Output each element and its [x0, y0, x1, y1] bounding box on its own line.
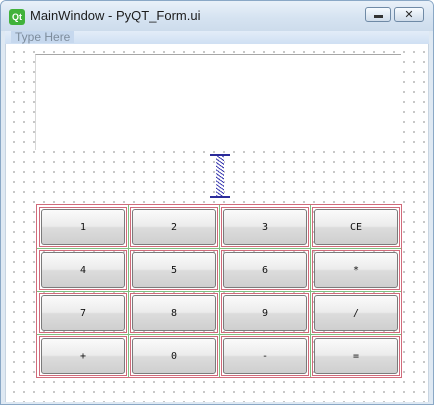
grid-divider: [37, 248, 401, 249]
key-button[interactable]: 5: [130, 250, 218, 290]
key-button[interactable]: /: [312, 293, 400, 333]
grid-divider: [37, 291, 401, 292]
close-button[interactable]: ✕: [394, 7, 424, 22]
spacer-bottom-cap: [210, 196, 230, 198]
minimize-button[interactable]: [365, 7, 391, 22]
key-button[interactable]: =: [312, 336, 400, 376]
minimize-icon: [374, 15, 383, 18]
key-button[interactable]: 8: [130, 293, 218, 333]
key-button[interactable]: CE: [312, 207, 400, 247]
key-button[interactable]: 2: [130, 207, 218, 247]
form-canvas: 1 2 3 CE 4 5 6 * 7 8 9/ +0- =: [5, 44, 429, 402]
key-button[interactable]: -: [221, 336, 309, 376]
vertical-spacer-icon: [216, 156, 224, 196]
grid-divider: [37, 334, 401, 335]
key-button[interactable]: +: [39, 336, 127, 376]
menu-bar: Type Here: [5, 31, 429, 44]
key-button[interactable]: 6: [221, 250, 309, 290]
key-button[interactable]: 7: [39, 293, 127, 333]
qt-logo-icon: Qt: [9, 9, 25, 25]
close-icon: ✕: [404, 8, 414, 21]
display-area[interactable]: [35, 54, 401, 150]
vertical-spacer[interactable]: [210, 154, 230, 198]
key-button[interactable]: 3: [221, 207, 309, 247]
key-button[interactable]: 9: [221, 293, 309, 333]
window-title: MainWindow - PyQT_Form.ui: [30, 8, 201, 23]
key-button[interactable]: *: [312, 250, 400, 290]
keypad-grid-layout: 1 2 3 CE 4 5 6 * 7 8 9/ +0- =: [36, 204, 402, 378]
key-button[interactable]: 4: [39, 250, 127, 290]
title-bar[interactable]: Qt MainWindow - PyQT_Form.ui ✕: [1, 1, 433, 31]
menu-type-here-placeholder[interactable]: Type Here: [11, 31, 75, 43]
key-button[interactable]: 1: [39, 207, 127, 247]
key-button[interactable]: 0: [130, 336, 218, 376]
main-window: Qt MainWindow - PyQT_Form.ui ✕ Type Here…: [0, 0, 434, 405]
